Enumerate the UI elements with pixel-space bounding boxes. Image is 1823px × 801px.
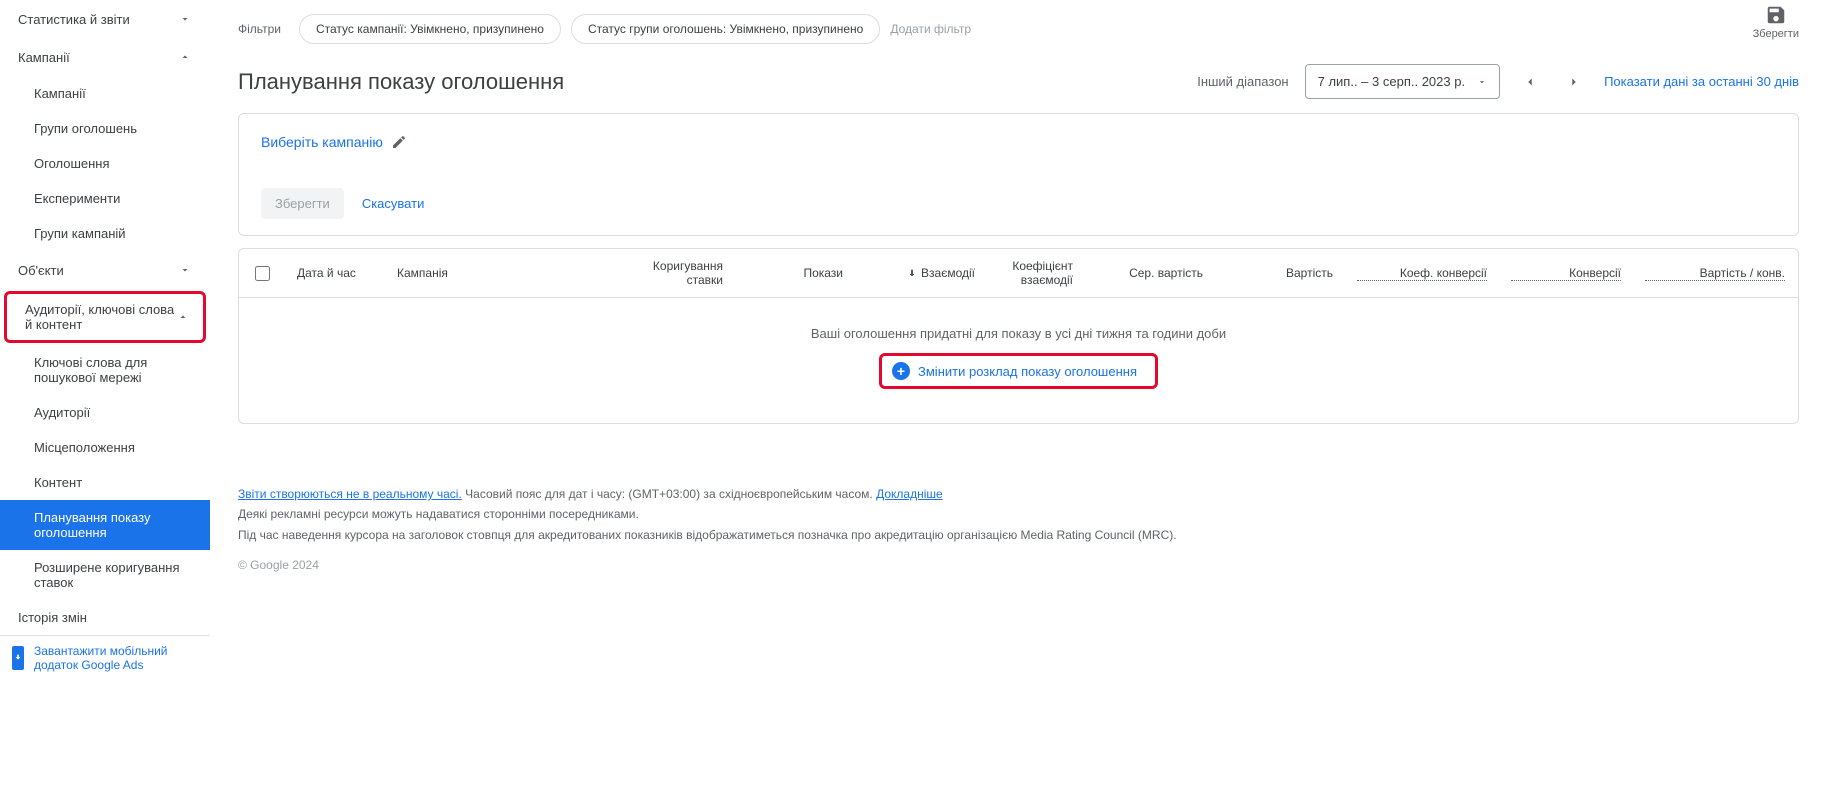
col-impressions[interactable]: Покази [735, 256, 855, 290]
sidebar-item-audiences-kw-highlight: Аудиторії, ключові слова й контент [4, 291, 206, 343]
pencil-icon [391, 134, 407, 150]
campaign-select-panel: Виберіть кампанію Зберегти Скасувати [238, 113, 1799, 236]
select-all-checkbox[interactable] [239, 266, 285, 281]
sidebar-sub-campaign-groups[interactable]: Групи кампаній [0, 216, 210, 251]
col-conv-rate[interactable]: Коеф. конверсії [1345, 256, 1499, 291]
sidebar-label: Аудиторії, ключові слова й контент [25, 302, 175, 332]
download-app[interactable]: Завантажити мобільний додаток Google Ads [0, 635, 210, 680]
sidebar: Статистика й звіти Кампанії Кампанії Гру… [0, 0, 210, 801]
date-controls: Інший діапазон 7 лип.. – 3 серп.. 2023 р… [1197, 64, 1799, 99]
arrow-down-icon [907, 268, 917, 278]
schedule-grid: Дата й час Кампанія Коригування ставки П… [238, 248, 1799, 424]
sidebar-label: Статистика й звіти [18, 12, 130, 27]
change-schedule-link[interactable]: Змінити розклад показу оголошення [918, 364, 1137, 379]
col-avg-cost[interactable]: Сер. вартість [1085, 256, 1215, 290]
grid-body: Ваші оголошення придатні для показу в ус… [239, 298, 1798, 423]
sidebar-sub-schedule[interactable]: Планування показу оголошення [0, 500, 210, 550]
col-cost-per-conv[interactable]: Вартість / конв. [1633, 256, 1797, 291]
chevron-down-icon [176, 261, 194, 279]
next-range[interactable] [1560, 68, 1588, 96]
save-button-top[interactable]: Зберегти [1753, 4, 1799, 40]
sidebar-sub-experiments[interactable]: Експерименти [0, 181, 210, 216]
sidebar-item-audiences-kw[interactable]: Аудиторії, ключові слова й контент [25, 302, 191, 332]
sidebar-item-objects[interactable]: Об'єкти [0, 251, 210, 289]
col-campaign[interactable]: Кампанія [385, 256, 615, 290]
sidebar-item-history[interactable]: Історія змін [0, 600, 210, 635]
change-schedule-highlight: Змінити розклад показу оголошення [879, 353, 1158, 389]
sidebar-sub-adgroups[interactable]: Групи оголошень [0, 111, 210, 146]
col-date[interactable]: Дата й час [285, 256, 385, 290]
filters-row: Фільтри Статус кампанії: Увімкнено, приз… [238, 0, 1799, 64]
page-header: Планування показу оголошення Інший діапа… [238, 64, 1799, 99]
save-button: Зберегти [261, 188, 344, 219]
chevron-down-icon [176, 10, 194, 28]
empty-message: Ваші оголошення придатні для показу в ус… [259, 326, 1778, 341]
filters-label: Фільтри [238, 22, 281, 36]
sidebar-sub-content[interactable]: Контент [0, 465, 210, 500]
dropdown-icon [1477, 77, 1487, 87]
prev-range[interactable] [1516, 68, 1544, 96]
sidebar-item-stats[interactable]: Статистика й звіти [0, 0, 210, 38]
footer-line3: Під час наведення курсора на заголовок с… [238, 525, 1799, 545]
sidebar-sub-bid-adj[interactable]: Розширене коригування ставок [0, 550, 210, 600]
sidebar-item-campaigns[interactable]: Кампанії [0, 38, 210, 76]
sidebar-sub-ads[interactable]: Оголошення [0, 146, 210, 181]
learn-more-link[interactable]: Докладніше [876, 487, 943, 501]
sidebar-sub-audiences[interactable]: Аудиторії [0, 395, 210, 430]
sidebar-label: Історія змін [18, 610, 87, 625]
copyright: © Google 2024 [238, 555, 1799, 575]
range-type-label: Інший діапазон [1197, 74, 1288, 89]
col-cost[interactable]: Вартість [1215, 256, 1345, 290]
sidebar-label: Об'єкти [18, 263, 64, 278]
sidebar-label: Кампанії [18, 50, 70, 65]
chevron-up-icon [175, 308, 191, 326]
download-icon [12, 646, 24, 670]
select-campaign[interactable]: Виберіть кампанію [261, 134, 1776, 150]
sidebar-sub-search-kw[interactable]: Ключові слова для пошукової мережі [0, 345, 210, 395]
sidebar-sub-campaigns[interactable]: Кампанії [0, 76, 210, 111]
add-filter[interactable]: Додати фільтр [890, 22, 971, 36]
col-interaction-rate[interactable]: Коефіцієнт взаємодії [975, 249, 1085, 297]
chevron-up-icon [176, 48, 194, 66]
plus-icon [892, 362, 910, 380]
cancel-button[interactable]: Скасувати [362, 196, 425, 211]
footer: Звіти створюються не в реальному часі. Ч… [238, 484, 1799, 576]
col-interactions[interactable]: Взаємодії [855, 266, 975, 280]
filter-chip-campaign-status[interactable]: Статус кампанії: Увімкнено, призупинено [299, 14, 561, 44]
page-title: Планування показу оголошення [238, 69, 564, 95]
last-30-link[interactable]: Показати дані за останні 30 днів [1604, 74, 1799, 89]
footer-line2: Деякі рекламні ресурси можуть надаватися… [238, 504, 1799, 524]
grid-header: Дата й час Кампанія Коригування ставки П… [239, 249, 1798, 298]
realtime-note-link[interactable]: Звіти створюються не в реальному часі. [238, 487, 462, 501]
col-conversions[interactable]: Конверсії [1499, 256, 1633, 291]
filter-chip-adgroup-status[interactable]: Статус групи оголошень: Увімкнено, призу… [571, 14, 880, 44]
col-bid-adj[interactable]: Коригування ставки [615, 249, 735, 297]
sidebar-sub-locations[interactable]: Місцеположення [0, 430, 210, 465]
date-range-picker[interactable]: 7 лип.. – 3 серп.. 2023 р. [1305, 64, 1500, 99]
main-content: Фільтри Статус кампанії: Увімкнено, приз… [210, 0, 1823, 801]
save-icon [1765, 4, 1787, 26]
